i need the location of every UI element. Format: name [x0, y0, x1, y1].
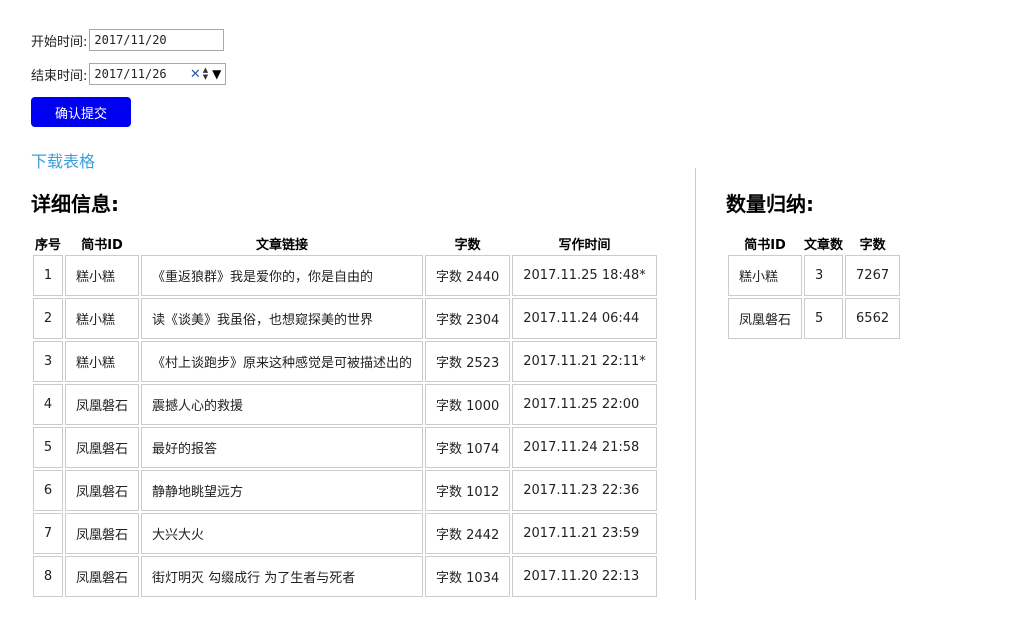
end-time-label: 结束时间:	[31, 68, 88, 84]
row-word-count: 字数 1000	[425, 384, 511, 425]
row-article-link[interactable]: 《村上谈跑步》原来这种感觉是可被描述出的	[141, 341, 424, 382]
row-write-time: 2017.11.21 23:59	[512, 513, 657, 554]
row-write-time: 2017.11.21 22:11*	[512, 341, 657, 382]
row-index: 2	[33, 298, 63, 339]
row-write-time: 2017.11.25 18:48*	[512, 255, 657, 296]
row-user-id: 糕小糕	[65, 341, 140, 382]
col-header-index: 序号	[34, 238, 61, 253]
start-time-row: 开始时间: 2017/11/20	[31, 29, 225, 51]
row-user-id: 凤凰磐石	[65, 556, 140, 597]
row-index: 7	[33, 513, 63, 554]
col-header-words: 字数	[859, 238, 886, 253]
date-controls: ✕ ▲ ▼ ▼	[190, 67, 222, 82]
submit-button[interactable]: 确认提交	[31, 97, 131, 127]
row-article-link[interactable]: 静静地眺望远方	[141, 470, 424, 511]
row-write-time: 2017.11.20 22:13	[512, 556, 657, 597]
end-time-value: 2017/11/26	[94, 67, 167, 81]
table-row: 5 凤凰磐石 最好的报答 字数 1074 2017.11.24 21:58	[33, 427, 657, 468]
clear-icon[interactable]: ✕	[190, 67, 201, 82]
summary-user-id: 凤凰磐石	[728, 298, 803, 339]
detail-title: 详细信息:	[31, 192, 119, 216]
row-article-link[interactable]: 大兴大火	[141, 513, 424, 554]
summary-word-total: 7267	[845, 255, 901, 296]
row-word-count: 字数 1012	[425, 470, 511, 511]
detail-table: 序号 简书ID 文章链接 字数 写作时间 1 糕小糕 《重返狼群》我是爱你的，你…	[31, 232, 659, 599]
end-time-row: 结束时间: 2017/11/26 ✕ ▲ ▼ ▼	[31, 63, 227, 85]
summary-word-total: 6562	[845, 298, 901, 339]
col-header-time: 写作时间	[558, 238, 611, 253]
row-user-id: 凤凰磐石	[65, 427, 140, 468]
row-write-time: 2017.11.25 22:00	[512, 384, 657, 425]
spinner-icon[interactable]: ▲ ▼	[203, 67, 208, 81]
row-word-count: 字数 2523	[425, 341, 511, 382]
row-write-time: 2017.11.24 06:44	[512, 298, 657, 339]
end-time-input[interactable]: 2017/11/26 ✕ ▲ ▼ ▼	[89, 63, 227, 85]
row-index: 1	[33, 255, 63, 296]
table-row: 1 糕小糕 《重返狼群》我是爱你的，你是自由的 字数 2440 2017.11.…	[33, 255, 657, 296]
row-user-id: 凤凰磐石	[65, 384, 140, 425]
start-time-label: 开始时间:	[31, 34, 88, 50]
summary-user-id: 糕小糕	[728, 255, 803, 296]
summary-title: 数量归纳:	[726, 192, 814, 216]
row-word-count: 字数 1034	[425, 556, 511, 597]
summary-header-row: 简书ID 文章数 字数	[728, 234, 900, 253]
row-index: 8	[33, 556, 63, 597]
start-time-value: 2017/11/20	[94, 33, 167, 47]
row-index: 5	[33, 427, 63, 468]
row-article-link[interactable]: 读《谈美》我虽俗，也想窥探美的世界	[141, 298, 424, 339]
row-article-link[interactable]: 震撼人心的救援	[141, 384, 424, 425]
row-article-link[interactable]: 街灯明灭 勾缀成行 为了生者与死者	[141, 556, 424, 597]
row-article-link[interactable]: 《重返狼群》我是爱你的，你是自由的	[141, 255, 424, 296]
start-time-input[interactable]: 2017/11/20	[89, 29, 225, 51]
col-header-id: 简书ID	[81, 238, 123, 253]
download-table-link[interactable]: 下载表格	[31, 148, 95, 172]
detail-header-row: 序号 简书ID 文章链接 字数 写作时间	[33, 234, 657, 253]
row-write-time: 2017.11.24 21:58	[512, 427, 657, 468]
table-row: 6 凤凰磐石 静静地眺望远方 字数 1012 2017.11.23 22:36	[33, 470, 657, 511]
col-header-link: 文章链接	[256, 238, 309, 253]
row-user-id: 糕小糕	[65, 255, 140, 296]
summary-table: 简书ID 文章数 字数 糕小糕 3 7267 凤凰磐石 5 6562	[726, 232, 902, 341]
row-index: 6	[33, 470, 63, 511]
table-row: 8 凤凰磐石 街灯明灭 勾缀成行 为了生者与死者 字数 1034 2017.11…	[33, 556, 657, 597]
table-row: 3 糕小糕 《村上谈跑步》原来这种感觉是可被描述出的 字数 2523 2017.…	[33, 341, 657, 382]
row-index: 3	[33, 341, 63, 382]
table-row: 凤凰磐石 5 6562	[728, 298, 901, 339]
row-article-link[interactable]: 最好的报答	[141, 427, 424, 468]
table-row: 4 凤凰磐石 震撼人心的救援 字数 1000 2017.11.25 22:00	[33, 384, 657, 425]
row-word-count: 字数 2304	[425, 298, 511, 339]
row-word-count: 字数 2440	[425, 255, 511, 296]
row-user-id: 凤凰磐石	[65, 513, 140, 554]
row-user-id: 糕小糕	[65, 298, 140, 339]
section-divider	[695, 168, 696, 600]
row-index: 4	[33, 384, 63, 425]
col-header-words: 字数	[454, 238, 481, 253]
summary-article-count: 5	[804, 298, 844, 339]
summary-article-count: 3	[804, 255, 844, 296]
row-word-count: 字数 1074	[425, 427, 511, 468]
table-row: 7 凤凰磐石 大兴大火 字数 2442 2017.11.21 23:59	[33, 513, 657, 554]
table-row: 2 糕小糕 读《谈美》我虽俗，也想窥探美的世界 字数 2304 2017.11.…	[33, 298, 657, 339]
col-header-id: 简书ID	[744, 238, 786, 253]
row-word-count: 字数 2442	[425, 513, 511, 554]
dropdown-arrow-icon[interactable]: ▼	[212, 67, 221, 81]
col-header-article-count: 文章数	[804, 238, 844, 253]
row-write-time: 2017.11.23 22:36	[512, 470, 657, 511]
row-user-id: 凤凰磐石	[65, 470, 140, 511]
table-row: 糕小糕 3 7267	[728, 255, 901, 296]
